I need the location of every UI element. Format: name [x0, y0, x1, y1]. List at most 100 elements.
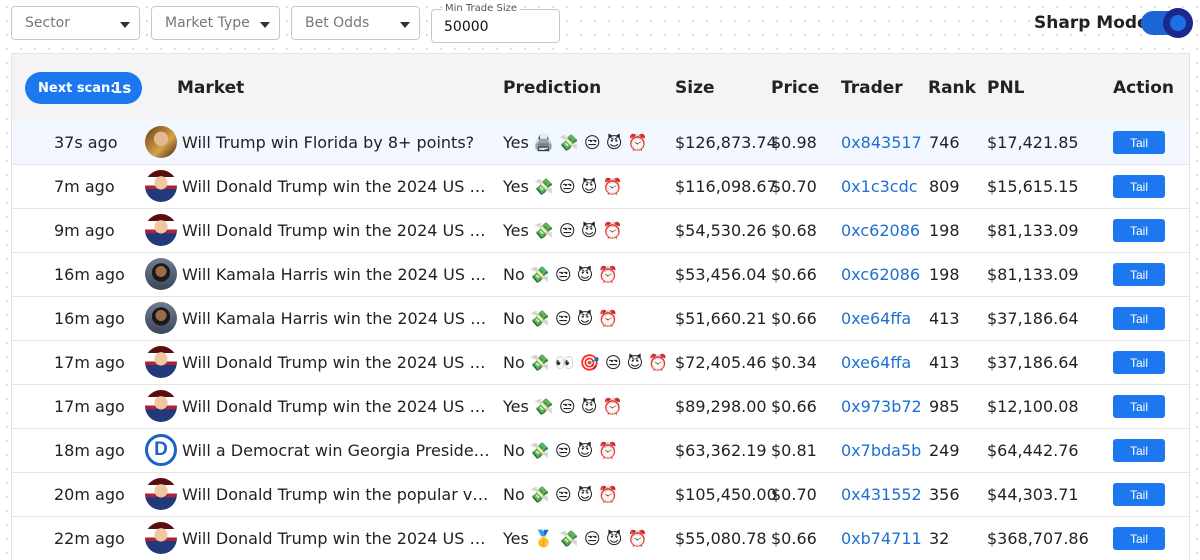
- market-avatar: D: [145, 434, 177, 466]
- sharp-mode-label: Sharp Mode:: [1034, 13, 1156, 33]
- trader-rank: 809: [929, 177, 960, 196]
- trader-rank: 413: [929, 353, 960, 372]
- tail-button[interactable]: Tail: [1113, 131, 1165, 154]
- trade-size: $89,298.00: [675, 397, 767, 416]
- trade-time: 16m ago: [54, 309, 125, 328]
- market-title[interactable]: Will Kamala Harris win the 2024 US Presi…: [182, 265, 492, 284]
- market-title[interactable]: Will Donald Trump win the 2024 US Presid…: [182, 177, 492, 196]
- tail-button[interactable]: Tail: [1113, 527, 1165, 550]
- column-header-price[interactable]: Price: [771, 78, 819, 98]
- trade-size: $55,080.78: [675, 529, 767, 548]
- bet-odds-dropdown[interactable]: Bet Odds: [291, 6, 420, 40]
- column-header-market[interactable]: Market: [177, 78, 244, 98]
- column-header-trader[interactable]: Trader: [841, 78, 903, 98]
- trade-size: $51,660.21: [675, 309, 767, 328]
- trade-size: $63,362.19: [675, 441, 767, 460]
- prediction-cell: Yes 💸 😒 😈 ⏰: [503, 177, 623, 196]
- market-title[interactable]: Will Kamala Harris win the 2024 US Presi…: [182, 309, 492, 328]
- table-row: 16m ago Will Kamala Harris win the 2024 U…: [12, 297, 1189, 341]
- trade-price: $0.66: [771, 309, 817, 328]
- market-avatar: [145, 170, 177, 202]
- prediction-cell: Yes 💸 😒 😈 ⏰: [503, 397, 623, 416]
- trade-time: 18m ago: [54, 441, 125, 460]
- prediction-cell: Yes 💸 😒 😈 ⏰: [503, 221, 623, 240]
- trade-time: 16m ago: [54, 265, 125, 284]
- tail-button[interactable]: Tail: [1113, 219, 1165, 242]
- tail-button[interactable]: Tail: [1113, 439, 1165, 462]
- tail-button[interactable]: Tail: [1113, 395, 1165, 418]
- table-row: 17m ago Will Donald Trump win the 2024 US…: [12, 341, 1189, 385]
- market-title[interactable]: Will Trump win Florida by 8+ points?: [182, 133, 492, 152]
- trader-rank: 249: [929, 441, 960, 460]
- trader-pnl: $64,442.76: [987, 441, 1079, 460]
- market-title[interactable]: Will Donald Trump win the 2024 US Presid…: [182, 529, 492, 548]
- trade-price: $0.66: [771, 397, 817, 416]
- market-type-dropdown[interactable]: Market Type: [151, 6, 280, 40]
- trade-size: $116,098.67: [675, 177, 777, 196]
- trader-link[interactable]: 0x431552: [841, 485, 922, 504]
- min-trade-size-field[interactable]: Min Trade Size 50000: [431, 3, 560, 43]
- trader-link[interactable]: 0x843517: [841, 133, 922, 152]
- trader-link[interactable]: 0xc62086: [841, 265, 920, 284]
- table-row: 17m ago Will Donald Trump win the 2024 US…: [12, 385, 1189, 429]
- market-type-dropdown-label: Market Type: [165, 15, 250, 31]
- trader-rank: 746: [929, 133, 960, 152]
- trade-price: $0.70: [771, 177, 817, 196]
- market-title[interactable]: Will Donald Trump win the 2024 US Presid…: [182, 397, 492, 416]
- tail-button[interactable]: Tail: [1113, 483, 1165, 506]
- market-title[interactable]: Will a Democrat win Georgia Presidential…: [182, 441, 492, 460]
- trade-size: $126,873.74: [675, 133, 777, 152]
- democrat-logo: D: [154, 439, 168, 460]
- trader-pnl: $37,186.64: [987, 309, 1079, 328]
- market-avatar: [145, 302, 177, 334]
- trader-pnl: $12,100.08: [987, 397, 1079, 416]
- market-avatar: [145, 478, 177, 510]
- sharp-mode-toggle[interactable]: [1141, 8, 1193, 38]
- trade-time: 37s ago: [54, 133, 118, 152]
- trade-time: 17m ago: [54, 353, 125, 372]
- bet-odds-dropdown-label: Bet Odds: [305, 15, 370, 31]
- market-avatar: [145, 346, 177, 378]
- table-row: 9m ago Will Donald Trump win the 2024 US …: [12, 209, 1189, 253]
- sector-dropdown[interactable]: Sector: [11, 6, 140, 40]
- column-header-action: Action: [1113, 78, 1174, 98]
- chevron-down-icon: [120, 22, 130, 28]
- column-header-rank[interactable]: Rank: [928, 78, 976, 98]
- trade-price: $0.66: [771, 529, 817, 548]
- trader-rank: 985: [929, 397, 960, 416]
- tail-button[interactable]: Tail: [1113, 307, 1165, 330]
- tail-button[interactable]: Tail: [1113, 351, 1165, 374]
- prediction-cell: No 💸 😒 😈 ⏰: [503, 485, 619, 504]
- prediction-cell: Yes 🖨️ 💸 😒 😈 ⏰: [503, 133, 648, 152]
- trader-rank: 198: [929, 221, 960, 240]
- trader-rank: 198: [929, 265, 960, 284]
- table-row: 16m ago Will Kamala Harris win the 2024 U…: [12, 253, 1189, 297]
- next-scan-label: Next scan:: [38, 81, 116, 96]
- prediction-cell: No 💸 😒 😈 ⏰: [503, 265, 619, 284]
- toggle-knob: [1163, 8, 1193, 38]
- trader-link[interactable]: 0xe64ffa: [841, 353, 911, 372]
- trader-rank: 32: [929, 529, 950, 548]
- market-title[interactable]: Will Donald Trump win the popular vote?: [182, 485, 492, 504]
- column-header-prediction[interactable]: Prediction: [503, 78, 601, 98]
- trader-link[interactable]: 0x973b72: [841, 397, 922, 416]
- trader-link[interactable]: 0xe64ffa: [841, 309, 911, 328]
- column-header-pnl[interactable]: PNL: [987, 78, 1025, 98]
- tail-button[interactable]: Tail: [1113, 263, 1165, 286]
- prediction-cell: No 💸 👀 🎯 😒 😈 ⏰: [503, 353, 669, 372]
- min-trade-size-input[interactable]: 50000: [444, 19, 489, 35]
- market-avatar: [145, 522, 177, 554]
- market-title[interactable]: Will Donald Trump win the 2024 US Presid…: [182, 221, 492, 240]
- market-avatar: [145, 390, 177, 422]
- table-header: Next scan: 1s Market Prediction Size Pri…: [12, 54, 1189, 123]
- next-scan-countdown: 1s: [112, 79, 132, 97]
- column-header-size[interactable]: Size: [675, 78, 715, 98]
- trader-link[interactable]: 0x7bda5b: [841, 441, 921, 460]
- tail-button[interactable]: Tail: [1113, 175, 1165, 198]
- trader-link[interactable]: 0xb74711: [841, 529, 922, 548]
- trader-link[interactable]: 0xc62086: [841, 221, 920, 240]
- market-title[interactable]: Will Donald Trump win the 2024 US Presid…: [182, 353, 492, 372]
- trader-pnl: $37,186.64: [987, 353, 1079, 372]
- trades-table: Next scan: 1s Market Prediction Size Pri…: [11, 53, 1190, 560]
- trader-link[interactable]: 0x1c3cdc: [841, 177, 918, 196]
